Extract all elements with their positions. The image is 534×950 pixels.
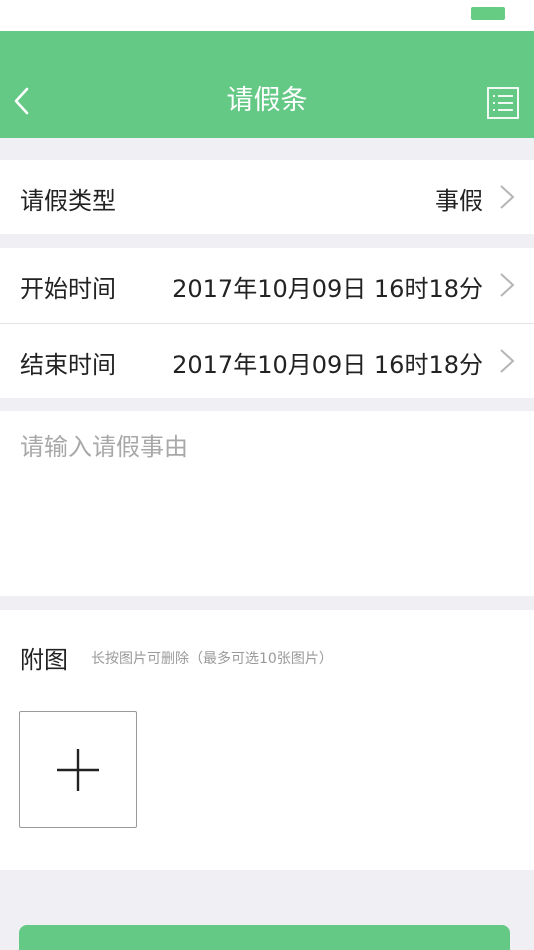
end-time-value: 2017年10月09日 16时18分	[172, 351, 483, 379]
submit-button[interactable]	[19, 925, 510, 950]
page-title: 请假条	[226, 85, 308, 116]
end-time-label: 结束时间	[20, 351, 116, 379]
chevron-right-icon	[500, 349, 515, 373]
chevron-right-icon	[500, 273, 515, 297]
chevron-right-icon	[500, 185, 515, 209]
battery-icon	[471, 7, 505, 20]
list-icon	[487, 87, 519, 119]
attachments-hint: 长按图片可删除（最多可选10张图片）	[91, 651, 333, 667]
leave-type-label: 请假类型	[20, 187, 116, 215]
attachments-section: 附图 长按图片可删除（最多可选10张图片）	[0, 610, 534, 870]
nav-bar: 请假条	[0, 31, 534, 138]
add-image-button[interactable]	[19, 711, 137, 828]
reason-section	[0, 411, 534, 596]
end-time-row[interactable]: 结束时间 2017年10月09日 16时18分	[0, 324, 534, 398]
attachments-title: 附图	[20, 646, 68, 674]
status-bar	[0, 0, 534, 31]
plus-icon	[57, 749, 99, 791]
start-time-label: 开始时间	[20, 275, 116, 303]
start-time-value: 2017年10月09日 16时18分	[172, 275, 483, 303]
leave-type-value: 事假	[435, 187, 483, 215]
start-time-row[interactable]: 开始时间 2017年10月09日 16时18分	[0, 248, 534, 323]
list-button[interactable]	[487, 87, 519, 119]
reason-input[interactable]	[20, 427, 514, 577]
leave-type-row[interactable]: 请假类型 事假	[0, 160, 534, 234]
